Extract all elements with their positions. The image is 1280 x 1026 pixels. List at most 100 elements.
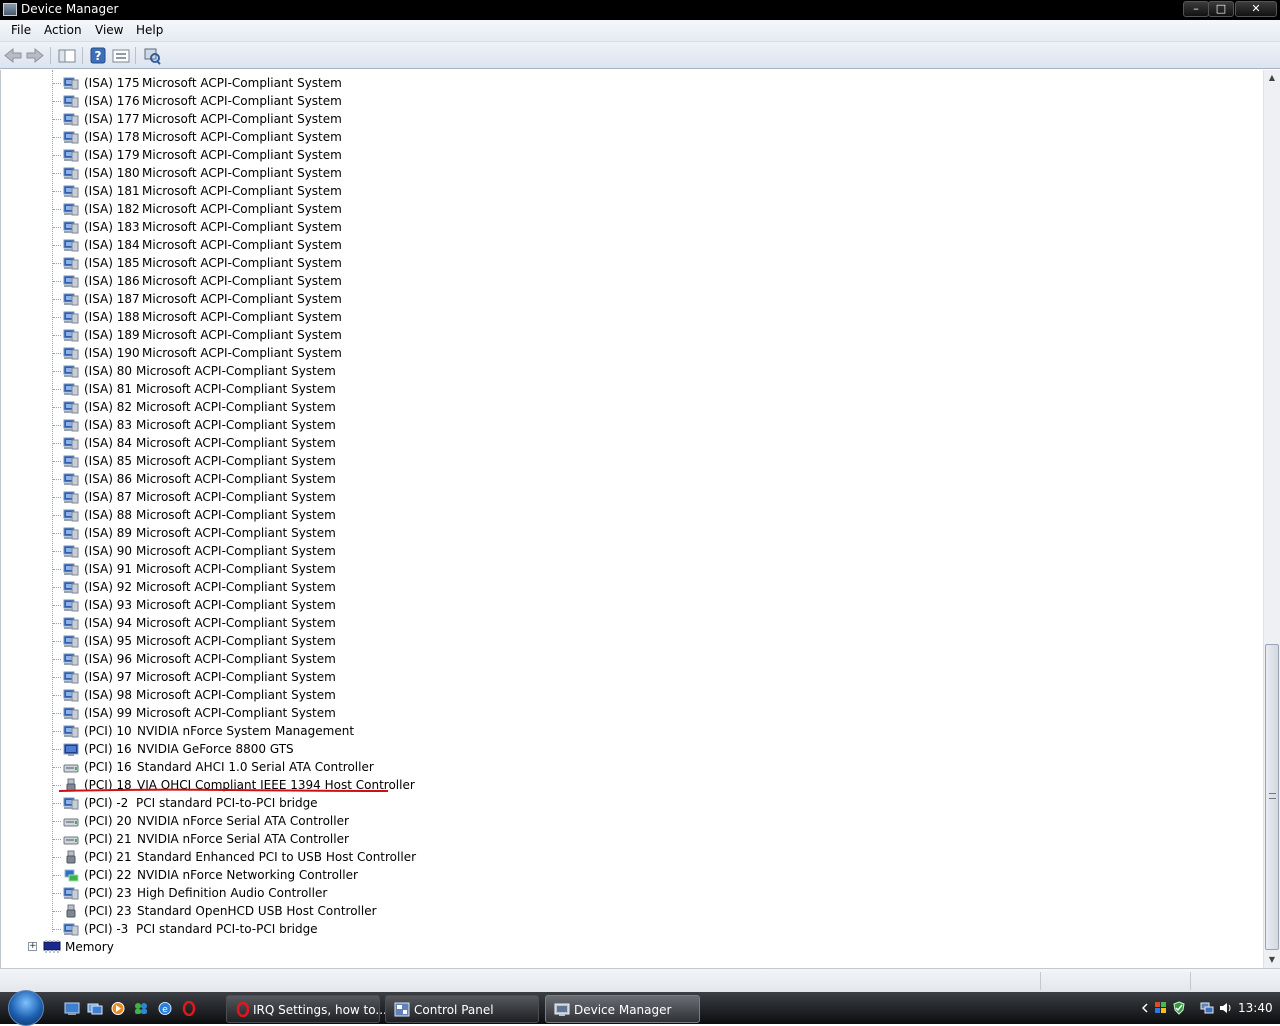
scan-hardware-icon[interactable] [142, 46, 162, 65]
red-highlight-underline [58, 788, 389, 792]
tree-row[interactable]: (PCI) -2 PCI standard PCI-to-PCI bridge [1, 794, 1201, 812]
system-device-icon [63, 671, 79, 684]
menu-action[interactable]: Action [44, 23, 82, 37]
windows-flag-icon[interactable] [1154, 1001, 1168, 1015]
device-name: NVIDIA GeForce 8800 GTS [137, 742, 294, 756]
tree-connector-line [53, 857, 61, 858]
back-arrow-icon[interactable] [3, 46, 23, 65]
device-tree[interactable]: (ISA) 175 Microsoft ACPI-Compliant System… [0, 70, 1263, 968]
taskbar-button-irq-settings[interactable]: IRQ Settings, how to... [226, 995, 387, 1023]
close-button[interactable]: ✕ [1235, 1, 1277, 17]
tree-row[interactable]: (ISA) 179 Microsoft ACPI-Compliant System [1, 146, 1201, 164]
tree-row[interactable]: (ISA) 82 Microsoft ACPI-Compliant System [1, 398, 1201, 416]
tree-row[interactable]: (ISA) 83 Microsoft ACPI-Compliant System [1, 416, 1201, 434]
tree-row[interactable]: (ISA) 178 Microsoft ACPI-Compliant System [1, 128, 1201, 146]
tree-row[interactable]: (ISA) 94 Microsoft ACPI-Compliant System [1, 614, 1201, 632]
tree-node-memory[interactable]: + Memory [1, 938, 401, 956]
start-button[interactable] [8, 990, 44, 1026]
tree-row[interactable]: (PCI) 22 NVIDIA nForce Networking Control… [1, 866, 1201, 884]
vertical-scrollbar[interactable]: ▲ ▼ [1263, 70, 1280, 968]
tree-connector-line [53, 803, 61, 804]
show-hidden-icons-chevron-icon[interactable] [1138, 1001, 1152, 1015]
tree-row[interactable]: (ISA) 88 Microsoft ACPI-Compliant System [1, 506, 1201, 524]
tree-row[interactable]: (ISA) 81 Microsoft ACPI-Compliant System [1, 380, 1201, 398]
volume-speaker-icon[interactable] [1218, 1001, 1232, 1015]
device-name: Microsoft ACPI-Compliant System [136, 688, 336, 702]
tree-row[interactable]: (ISA) 84 Microsoft ACPI-Compliant System [1, 434, 1201, 452]
tree-row[interactable]: (ISA) 176 Microsoft ACPI-Compliant System [1, 92, 1201, 110]
menu-file[interactable]: File [11, 23, 31, 37]
messenger-icon[interactable] [133, 1001, 149, 1016]
tree-row[interactable]: (ISA) 175 Microsoft ACPI-Compliant System [1, 74, 1201, 92]
menu-help[interactable]: Help [136, 23, 163, 37]
security-shield-icon[interactable] [1172, 1001, 1186, 1015]
tree-connector-line [53, 137, 61, 138]
tree-row[interactable]: (ISA) 96 Microsoft ACPI-Compliant System [1, 650, 1201, 668]
tree-row[interactable]: (ISA) 85 Microsoft ACPI-Compliant System [1, 452, 1201, 470]
tree-row[interactable]: (PCI) 21 Standard Enhanced PCI to USB Hos… [1, 848, 1201, 866]
tree-row[interactable]: (PCI) 23 Standard OpenHCD USB Host Contro… [1, 902, 1201, 920]
show-hide-tree-icon[interactable] [57, 46, 77, 65]
help-icon[interactable]: ? [88, 46, 108, 65]
tree-row[interactable]: (ISA) 87 Microsoft ACPI-Compliant System [1, 488, 1201, 506]
tree-row[interactable]: (ISA) 99 Microsoft ACPI-Compliant System [1, 704, 1201, 722]
tree-row[interactable]: (ISA) 90 Microsoft ACPI-Compliant System [1, 542, 1201, 560]
tree-row[interactable]: (ISA) 93 Microsoft ACPI-Compliant System [1, 596, 1201, 614]
tree-row[interactable]: (ISA) 186 Microsoft ACPI-Compliant System [1, 272, 1201, 290]
tree-row[interactable]: (PCI) 23 High Definition Audio Controller [1, 884, 1201, 902]
media-player-icon[interactable] [110, 1001, 126, 1016]
tree-row[interactable]: (PCI) 20 NVIDIA nForce Serial ATA Control… [1, 812, 1201, 830]
clock[interactable]: 13:40 [1238, 1001, 1273, 1015]
maximize-button[interactable]: □ [1208, 1, 1234, 17]
tree-row[interactable]: (PCI) 16 NVIDIA GeForce 8800 GTS [1, 740, 1201, 758]
network-icon[interactable] [1200, 1001, 1214, 1015]
tree-row[interactable]: (ISA) 182 Microsoft ACPI-Compliant System [1, 200, 1201, 218]
tree-connector-line [53, 695, 61, 696]
tree-row[interactable]: (ISA) 86 Microsoft ACPI-Compliant System [1, 470, 1201, 488]
tree-row[interactable]: (ISA) 91 Microsoft ACPI-Compliant System [1, 560, 1201, 578]
taskbar-button-device-manager[interactable]: Device Manager [545, 995, 700, 1023]
tree-row[interactable]: (PCI) 16 Standard AHCI 1.0 Serial ATA Con… [1, 758, 1201, 776]
tree-row[interactable]: (ISA) 190 Microsoft ACPI-Compliant System [1, 344, 1201, 362]
tree-row[interactable]: (ISA) 189 Microsoft ACPI-Compliant System [1, 326, 1201, 344]
tree-row[interactable]: (ISA) 92 Microsoft ACPI-Compliant System [1, 578, 1201, 596]
system-device-icon [63, 797, 79, 810]
tree-connector-line [53, 551, 61, 552]
system-device-icon [63, 113, 79, 126]
tree-row[interactable]: (ISA) 177 Microsoft ACPI-Compliant System [1, 110, 1201, 128]
tree-row[interactable]: (ISA) 181 Microsoft ACPI-Compliant System [1, 182, 1201, 200]
switch-windows-icon[interactable] [87, 1001, 103, 1016]
tree-row[interactable]: (ISA) 183 Microsoft ACPI-Compliant System [1, 218, 1201, 236]
tree-row[interactable]: (ISA) 97 Microsoft ACPI-Compliant System [1, 668, 1201, 686]
tree-row[interactable]: (ISA) 187 Microsoft ACPI-Compliant System [1, 290, 1201, 308]
tree-row[interactable]: (ISA) 180 Microsoft ACPI-Compliant System [1, 164, 1201, 182]
tree-row[interactable]: (PCI) -3 PCI standard PCI-to-PCI bridge [1, 920, 1201, 938]
forward-arrow-icon[interactable] [25, 46, 45, 65]
properties-icon[interactable] [111, 46, 131, 65]
system-device-icon [63, 545, 79, 558]
tree-row[interactable]: (ISA) 184 Microsoft ACPI-Compliant System [1, 236, 1201, 254]
scroll-down-arrow-icon[interactable]: ▼ [1264, 952, 1280, 968]
tree-row[interactable]: (ISA) 80 Microsoft ACPI-Compliant System [1, 362, 1201, 380]
tree-row[interactable]: (ISA) 188 Microsoft ACPI-Compliant System [1, 308, 1201, 326]
scrollbar-thumb[interactable] [1265, 644, 1279, 950]
tree-connector-line [53, 353, 61, 354]
show-desktop-icon[interactable] [64, 1001, 80, 1016]
irq-number: (ISA) 86 [84, 472, 133, 486]
internet-explorer-icon[interactable]: e [157, 1001, 173, 1016]
tree-row[interactable]: (ISA) 89 Microsoft ACPI-Compliant System [1, 524, 1201, 542]
expand-icon[interactable]: + [28, 942, 37, 951]
system-device-icon [63, 419, 79, 432]
device-name: Microsoft ACPI-Compliant System [142, 220, 342, 234]
menu-view[interactable]: View [95, 23, 123, 37]
taskbar: e IRQ Settings, how to... Control Panel … [0, 990, 1280, 1026]
tree-row[interactable]: (ISA) 185 Microsoft ACPI-Compliant System [1, 254, 1201, 272]
scroll-up-arrow-icon[interactable]: ▲ [1264, 70, 1280, 86]
minimize-button[interactable]: – [1183, 1, 1209, 17]
tree-row[interactable]: (PCI) 21 NVIDIA nForce Serial ATA Control… [1, 830, 1201, 848]
tree-row[interactable]: (PCI) 10 NVIDIA nForce System Management [1, 722, 1201, 740]
opera-icon[interactable] [181, 1001, 197, 1016]
taskbar-button-control-panel[interactable]: Control Panel [385, 995, 539, 1023]
tree-row[interactable]: (ISA) 95 Microsoft ACPI-Compliant System [1, 632, 1201, 650]
tree-row[interactable]: (ISA) 98 Microsoft ACPI-Compliant System [1, 686, 1201, 704]
